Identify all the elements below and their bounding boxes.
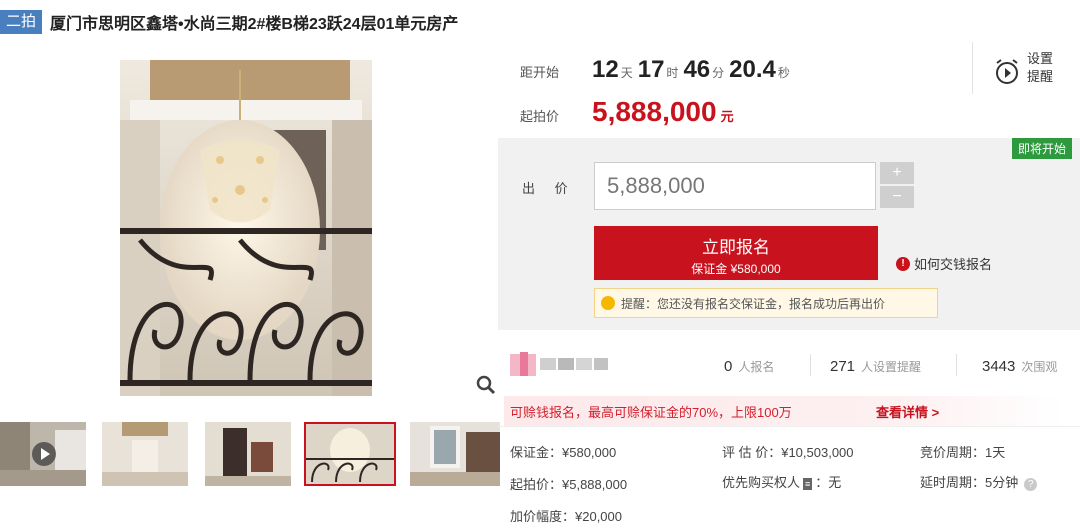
reminder-label: 设置 提醒 <box>1027 50 1067 86</box>
start-price-row: 起拍价 5,888,000 元 <box>520 96 734 128</box>
thumbnail-item[interactable] <box>410 422 500 486</box>
divider <box>810 354 811 376</box>
divider <box>498 426 1080 427</box>
main-property-photo[interactable] <box>120 60 372 396</box>
appraisal-info: 评 估 价：¥10,503,000 <box>722 445 854 460</box>
enrolled-count: 0 <box>724 358 733 375</box>
thumbnail-item-active[interactable] <box>304 422 396 486</box>
zoom-icon[interactable] <box>475 374 497 396</box>
play-icon[interactable] <box>32 442 56 466</box>
enrolled-stat: 0 人报名 <box>724 358 774 375</box>
decrease-bid-button[interactable]: − <box>880 186 914 208</box>
help-icon[interactable]: ? <box>1024 478 1038 491</box>
enrolled-label: 人报名 <box>738 360 775 374</box>
countdown-days-unit: 天 <box>620 66 633 80</box>
reminder-label-line1: 设置 <box>1027 51 1054 66</box>
enroll-now-button[interactable]: 立即报名 保证金 ¥580,000 <box>594 226 878 280</box>
auction-page: 二拍 厦门市思明区鑫塔•水尚三期2#楼B梯23跃24层01单元房产 距开始 12… <box>0 0 1080 528</box>
increment-info: 加价幅度：¥20,000 <box>510 509 622 524</box>
countdown: 距开始 12 天 17 时 46 分 20.4 秒 <box>520 56 795 84</box>
round-badge: 二拍 <box>0 10 43 34</box>
bid-amount-input[interactable]: 5,888,000 <box>594 162 876 210</box>
reminders-stat: 271 人设置提醒 <box>830 358 921 375</box>
how-to-enroll-link[interactable]: ! 如何交钱报名 <box>896 254 992 273</box>
delay-info: 延时周期：5分钟? <box>920 472 1038 491</box>
loan-text: 可赊钱报名，最高可赊保证金的70%，上限100万 <box>510 404 792 420</box>
seller-avatar-blurred[interactable] <box>510 352 610 376</box>
countdown-seconds: 20.4 <box>729 56 776 83</box>
countdown-hours-unit: 时 <box>666 66 679 80</box>
priority-label: 优先购买权人 <box>722 475 801 490</box>
info-tag-icon[interactable]: ≡ <box>803 478 813 490</box>
alarm-clock-icon <box>996 59 1018 84</box>
bid-label: 出 价 <box>522 181 576 196</box>
reminders-label: 人设置提醒 <box>861 360 922 374</box>
set-reminder-button[interactable]: 设置 提醒 <box>972 42 1080 94</box>
priority-value: ：无 <box>815 475 842 490</box>
start-price-label: 起拍价 <box>520 109 560 124</box>
start-price-unit: 元 <box>720 109 734 124</box>
tip-text: 提醒：您还没有报名交保证金，报名成功后再出价 <box>621 296 886 311</box>
divider <box>956 354 957 376</box>
countdown-label: 距开始 <box>520 65 560 80</box>
countdown-minutes: 46 <box>683 56 711 83</box>
views-count: 3443 <box>982 358 1016 375</box>
increase-bid-button[interactable]: + <box>880 162 914 184</box>
bid-box: 即将开始 出 价 5,888,000 + − 立即报名 保证金 ¥580,000… <box>498 138 1080 330</box>
enroll-deposit: 保证金 ¥580,000 <box>691 262 781 276</box>
status-badge: 即将开始 <box>1011 138 1072 159</box>
start-price-info: 起拍价：¥5,888,000 <box>510 477 628 492</box>
how-to-enroll-label: 如何交钱报名 <box>914 257 993 272</box>
priority-info: 优先购买权人 ≡ ：无 <box>722 472 841 491</box>
countdown-hours: 17 <box>637 56 665 83</box>
thumbnail-strip <box>0 422 500 486</box>
thumbnail-video[interactable] <box>0 422 86 486</box>
loan-details-link[interactable]: 查看详情 > <box>876 402 939 421</box>
info-icon: ! <box>896 256 910 271</box>
start-price-value: 5,888,000 <box>592 96 717 127</box>
stats-bar: 0 人报名 271 人设置提醒 3443 次围观 <box>498 342 1080 388</box>
auction-details: 保证金：¥580,000 评 估 价：¥10,503,000 竞价周期：1天 起… <box>498 432 1080 528</box>
enroll-label: 立即报名 <box>702 238 770 257</box>
lightbulb-icon <box>601 296 615 310</box>
page-title: 厦门市思明区鑫塔•水尚三期2#楼B梯23跃24层01单元房产 <box>50 16 459 33</box>
views-stat: 3443 次围观 <box>982 358 1057 375</box>
countdown-minutes-unit: 分 <box>712 66 725 80</box>
title-bar: 二拍 厦门市思明区鑫塔•水尚三期2#楼B梯23跃24层01单元房产 <box>0 8 458 36</box>
views-label: 次围观 <box>1021 360 1058 374</box>
thumbnail-item[interactable] <box>205 422 291 486</box>
loan-banner: 可赊钱报名，最高可赊保证金的70%，上限100万 查看详情 > <box>504 396 1064 426</box>
reminder-tip: 提醒：您还没有报名交保证金，报名成功后再出价 <box>594 288 938 318</box>
countdown-days: 12 <box>592 56 619 83</box>
period-info: 竞价周期：1天 <box>920 445 1006 460</box>
delay-label: 延时周期：5分钟 <box>920 475 1019 490</box>
reminder-label-line2: 提醒 <box>1027 69 1054 84</box>
deposit-info: 保证金：¥580,000 <box>510 445 617 460</box>
reminders-count: 271 <box>830 358 856 375</box>
thumbnail-item[interactable] <box>102 422 188 486</box>
countdown-seconds-unit: 秒 <box>777 66 790 80</box>
